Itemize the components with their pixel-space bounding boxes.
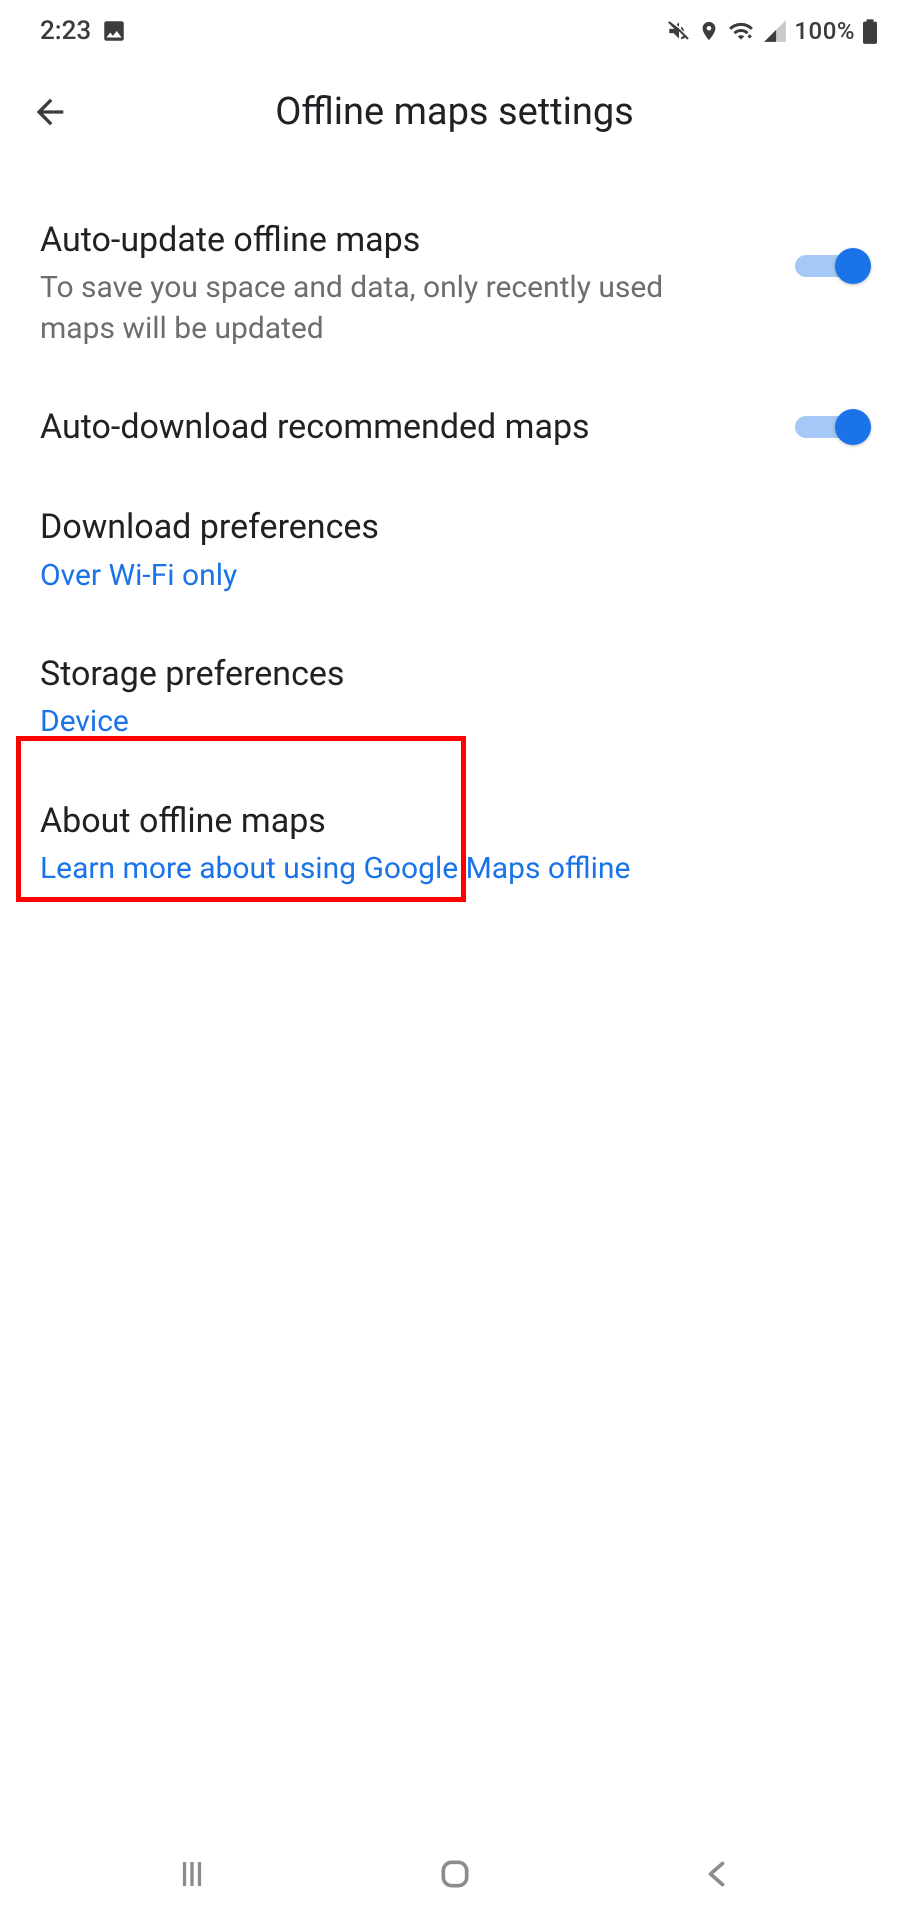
wifi-icon (726, 18, 756, 44)
recents-icon (174, 1856, 210, 1892)
setting-about-offline-maps[interactable]: About offline maps Learn more about usin… (40, 771, 869, 918)
setting-auto-update[interactable]: Auto-update offline maps To save you spa… (40, 190, 869, 377)
auto-update-toggle[interactable] (795, 248, 865, 284)
auto-download-toggle[interactable] (795, 409, 865, 445)
setting-subtitle: To save you space and data, only recentl… (40, 268, 680, 349)
setting-title: Storage preferences (40, 652, 869, 696)
setting-title: Auto-download recommended maps (40, 405, 795, 449)
setting-value: Over Wi-Fi only (40, 556, 869, 597)
setting-value: Device (40, 702, 869, 743)
status-time: 2:23 (40, 16, 91, 46)
mute-vibrate-icon (666, 18, 692, 44)
setting-title: About offline maps (40, 799, 869, 843)
nav-home-button[interactable] (425, 1844, 485, 1904)
battery-icon (861, 17, 879, 45)
picture-icon (101, 18, 127, 44)
status-right: 100% (666, 17, 879, 45)
system-navigation-bar (0, 1828, 909, 1920)
status-left: 2:23 (40, 16, 127, 46)
page-title: Offline maps settings (275, 90, 634, 134)
back-button[interactable] (24, 86, 76, 138)
setting-auto-download[interactable]: Auto-download recommended maps (40, 377, 869, 477)
learn-more-link[interactable]: Learn more about using Google Maps offli… (40, 849, 869, 890)
nav-recents-button[interactable] (162, 1844, 222, 1904)
settings-list: Auto-update offline maps To save you spa… (0, 162, 909, 917)
chevron-left-icon (700, 1856, 736, 1892)
arrow-back-icon (30, 92, 70, 132)
status-bar: 2:23 100% (0, 0, 909, 62)
setting-storage-preferences[interactable]: Storage preferences Device (40, 624, 869, 771)
setting-title: Download preferences (40, 505, 869, 549)
setting-title: Auto-update offline maps (40, 218, 795, 262)
battery-percent-label: 100% (794, 17, 855, 45)
app-bar: Offline maps settings (0, 62, 909, 162)
signal-icon (762, 18, 788, 44)
location-icon (698, 18, 720, 44)
setting-download-preferences[interactable]: Download preferences Over Wi-Fi only (40, 477, 869, 624)
home-icon (435, 1854, 475, 1894)
nav-back-button[interactable] (688, 1844, 748, 1904)
